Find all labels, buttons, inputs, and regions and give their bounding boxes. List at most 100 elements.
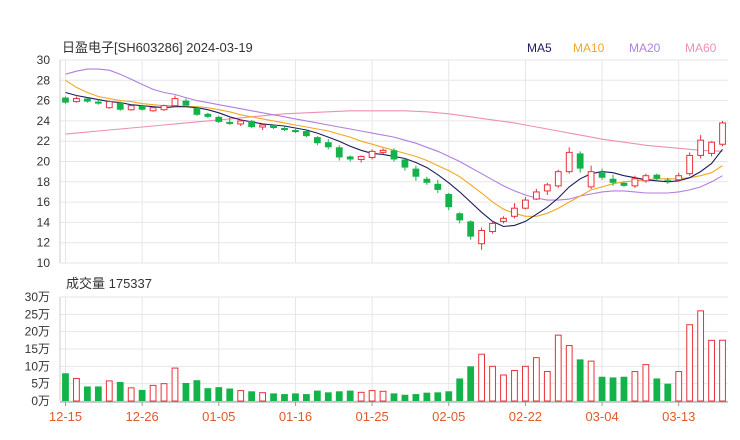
volume-bar (346, 390, 354, 401)
volume-bar (390, 393, 398, 401)
volume-bar (642, 364, 650, 402)
candle (412, 165, 420, 181)
volume-bar (467, 366, 475, 401)
volume-bar (456, 378, 464, 401)
volume-bar (532, 357, 540, 402)
volume-bar (270, 393, 277, 401)
candle-body (193, 107, 201, 115)
volume-bar (193, 380, 201, 401)
volume-bar (204, 388, 212, 401)
volume-bar (171, 367, 179, 402)
date-tick-label: 12-26 (126, 409, 159, 424)
candle-body (478, 230, 486, 245)
candle-body (697, 139, 705, 156)
volume-bar (313, 390, 321, 401)
candle-body (609, 178, 617, 183)
candle (543, 182, 551, 195)
candle-body (543, 184, 551, 192)
candle (489, 221, 496, 234)
candle (127, 104, 135, 111)
date-tick-label: 01-25 (355, 409, 388, 424)
volume-bar (182, 382, 190, 401)
price-tick-label: 16 (37, 195, 51, 209)
candle (302, 130, 310, 138)
candle-body (379, 149, 387, 153)
candle (248, 119, 256, 129)
volume-bar (565, 345, 573, 402)
volume-bar (73, 377, 80, 402)
legend-ma10: MA10 (573, 41, 605, 55)
candle-body (127, 105, 135, 111)
volume-bar (160, 383, 168, 402)
candle-body (313, 137, 321, 144)
volume-bar (215, 387, 223, 401)
candle (401, 158, 409, 171)
volume-tick-label: 10万 (25, 359, 50, 373)
candle (259, 123, 266, 131)
candle-body (368, 150, 376, 158)
volume-bar (138, 389, 146, 401)
candle (587, 165, 595, 189)
candle (565, 147, 573, 174)
date-tick-label: 02-05 (432, 409, 465, 424)
volume-bar (94, 386, 102, 401)
volume-bar (489, 365, 496, 402)
volume-bar (83, 386, 91, 401)
price-tick-label: 24 (37, 114, 51, 128)
candle (598, 168, 606, 180)
candle (193, 106, 201, 116)
candle-body (248, 120, 256, 127)
candle-body (708, 141, 715, 154)
volume-bar (434, 392, 442, 401)
volume-tick-label: 20万 (25, 325, 50, 339)
candle-body (215, 116, 223, 122)
candle-body (532, 191, 540, 200)
candle-body (171, 98, 179, 107)
candle (313, 136, 321, 146)
volume-bar (127, 387, 135, 402)
candle-body (390, 150, 398, 160)
volume-tick-label: 15万 (25, 342, 50, 356)
candle (182, 98, 190, 107)
volume-bar (576, 359, 584, 401)
volume-bar (335, 391, 343, 401)
candle-body (226, 121, 234, 124)
candle-body (598, 172, 606, 178)
candle-body (412, 168, 420, 177)
legend-ma20: MA20 (629, 41, 661, 55)
volume-bar (620, 376, 628, 401)
candle (160, 104, 168, 111)
candle-body (83, 98, 91, 102)
candle (576, 151, 584, 173)
volume-bar (445, 391, 453, 401)
volume-bar (500, 374, 507, 402)
candle (554, 169, 562, 188)
candle (171, 95, 179, 107)
price-tick-label: 26 (37, 94, 51, 108)
candle-body (467, 221, 475, 237)
volume-bar (554, 334, 562, 402)
candle-body (401, 159, 409, 168)
candle (511, 203, 518, 219)
candle-body (116, 102, 124, 110)
volume-bar (292, 393, 299, 401)
legend-ma60: MA60 (685, 41, 717, 55)
candle (149, 106, 157, 112)
volume-title: 成交量 175337 (66, 276, 152, 291)
candle (204, 112, 212, 118)
candle-body (719, 122, 726, 145)
price-tick-label: 20 (37, 155, 51, 169)
volume-tick-label: 30万 (25, 290, 50, 304)
volume-bar (357, 391, 365, 402)
price-tick-label: 30 (37, 53, 51, 67)
volume-bar (423, 392, 431, 401)
axis-labels: 10 12 14 16 18 20 22 24 26 28 30 0万 5万 10万 15万 20万 25万 30… (25, 53, 696, 424)
volume-bar (105, 380, 113, 402)
price-tick-label: 12 (37, 236, 51, 250)
volume-tick-label: 5万 (31, 377, 50, 391)
volume-bars (62, 310, 726, 402)
candle (390, 148, 398, 162)
legend: MA5 MA10 MA20 MA60 (527, 41, 717, 55)
volume-bar (543, 371, 551, 402)
candle-body (434, 183, 442, 190)
